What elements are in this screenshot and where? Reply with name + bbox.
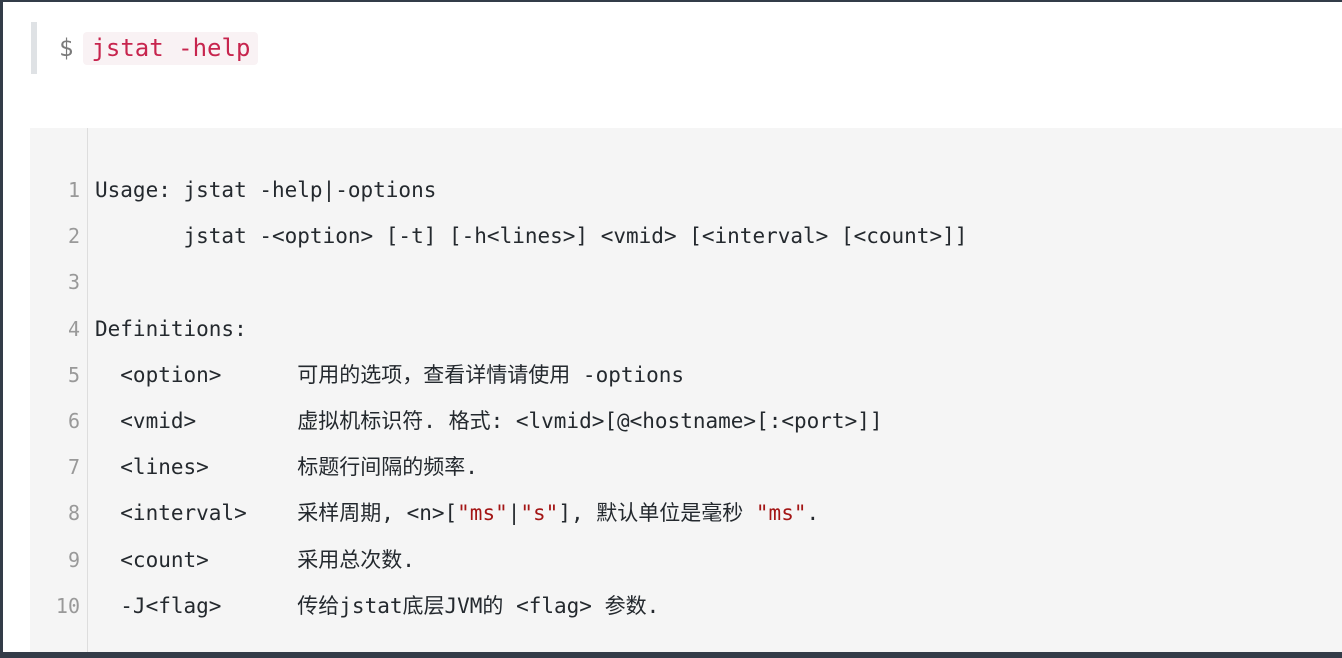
- code-text: <lines> 标题行间隔的频率.: [95, 455, 478, 480]
- code-block: 1 Usage: jstat -help|-options 2 jstat -<op…: [30, 128, 1342, 652]
- code-line: 3: [30, 262, 95, 302]
- code-text: Definitions:: [95, 316, 247, 341]
- line-number: 2: [67, 224, 80, 249]
- code-text: <option> 可用的选项，查看详情请使用 -options: [95, 362, 685, 387]
- code-line: 9 <count> 采用总次数.: [30, 540, 415, 580]
- line-number: 7: [67, 455, 80, 480]
- code-text: ], 默认单位是毫秒: [558, 501, 756, 526]
- code-line: 1 Usage: jstat -help|-options: [30, 170, 436, 210]
- code-string-literal: "s": [520, 501, 559, 526]
- code-line: 5 <option> 可用的选项，查看详情请使用 -options: [30, 355, 684, 395]
- code-text: <interval> 采样周期, <n>[: [95, 501, 458, 526]
- code-text: jstat -<option> [-t] [-h<lines>] <vmid> …: [95, 224, 968, 249]
- code-line: 8 <interval> 采样周期, <n>["ms"|"s"], 默认单位是毫…: [30, 493, 819, 533]
- code-text: .: [806, 501, 820, 526]
- line-number: 6: [67, 409, 80, 433]
- code-text: <vmid> 虚拟机标识符. 格式: <lvmid>[@<hostname>[:…: [95, 409, 883, 433]
- line-number: 1: [67, 178, 80, 202]
- line-number: 4: [67, 316, 80, 341]
- code-line: 10 -J<flag> 传给jstat底层JVM的 <flag> 参数.: [30, 586, 659, 626]
- code-text: -J<flag> 传给jstat底层JVM的 <flag> 参数.: [95, 593, 660, 618]
- code-line: 2 jstat -<option> [-t] [-h<lines>] <vmid…: [30, 216, 967, 256]
- code-string-literal: "ms": [755, 501, 807, 526]
- shell-prompt: $: [59, 34, 74, 62]
- code-line: 6 <vmid> 虚拟机标识符. 格式: <lvmid>[@<hostname>…: [30, 401, 883, 441]
- line-number: 3: [67, 270, 80, 295]
- line-number: 10: [55, 593, 80, 618]
- document-frame: $ jstat -help 1 Usage: jstat -help|-optio…: [3, 2, 1342, 652]
- line-number: 5: [67, 362, 80, 387]
- command-inline-code: jstat -help: [83, 31, 259, 65]
- line-number: 8: [67, 501, 80, 526]
- code-text: Usage: jstat -help|-options: [95, 178, 437, 202]
- code-text: |: [507, 501, 521, 526]
- code-line: 7 <lines> 标题行间隔的频率.: [30, 447, 478, 487]
- code-string-literal: "ms": [457, 501, 508, 526]
- code-text: <count> 采用总次数.: [95, 547, 415, 572]
- command-blockquote: $ jstat -help: [31, 22, 259, 74]
- code-line: 4 Definitions:: [30, 309, 247, 349]
- line-number: 9: [67, 547, 80, 572]
